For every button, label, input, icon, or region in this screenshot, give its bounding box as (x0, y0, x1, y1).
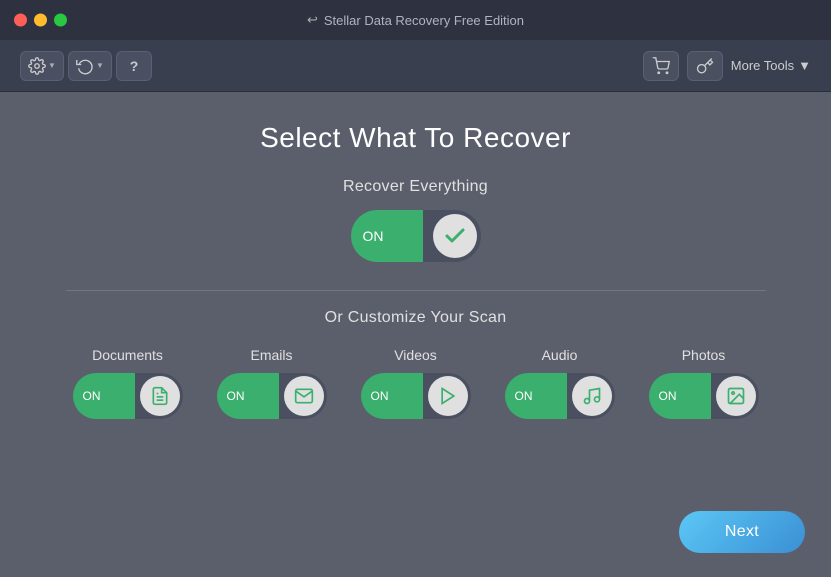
titlebar-icon: ↩ (307, 12, 318, 28)
videos-toggle-on: ON (371, 389, 389, 403)
toggle-on-text: ON (363, 228, 384, 244)
videos-label: Videos (394, 347, 437, 363)
audio-toggle-knob (572, 376, 612, 416)
category-documents: Documents ON (73, 347, 183, 419)
history-icon (76, 57, 94, 75)
more-tools-arrow: ▼ (798, 58, 811, 73)
category-videos: Videos ON (361, 347, 471, 419)
videos-toggle-knob (428, 376, 468, 416)
next-button[interactable]: Next (679, 511, 805, 553)
videos-toggle-green: ON (361, 373, 423, 419)
maximize-button[interactable] (54, 14, 67, 27)
category-audio: Audio ON (505, 347, 615, 419)
documents-label: Documents (92, 347, 163, 363)
customize-label: Or Customize Your Scan (325, 309, 507, 327)
documents-toggle-on: ON (83, 389, 101, 403)
videos-toggle[interactable]: ON (361, 373, 471, 419)
emails-toggle-on: ON (227, 389, 245, 403)
photos-toggle-green: ON (649, 373, 711, 419)
minimize-button[interactable] (34, 14, 47, 27)
history-button[interactable]: ▼ (68, 51, 112, 81)
emails-toggle-knob (284, 376, 324, 416)
photos-toggle-knob (716, 376, 756, 416)
category-photos: Photos ON (649, 347, 759, 419)
cart-icon (652, 57, 670, 75)
photos-toggle[interactable]: ON (649, 373, 759, 419)
emails-label: Emails (250, 347, 292, 363)
titlebar-title: Stellar Data Recovery Free Edition (324, 13, 524, 28)
recover-everything-section: Recover Everything ON (343, 178, 488, 262)
emails-toggle[interactable]: ON (217, 373, 327, 419)
photos-toggle-on: ON (659, 389, 677, 403)
toolbar: ▼ ▼ ? More Tools ▼ (0, 40, 831, 92)
toggle-green-part: ON (351, 210, 423, 262)
cart-button[interactable] (643, 51, 679, 81)
category-emails: Emails ON (217, 347, 327, 419)
recover-everything-toggle[interactable]: ON (351, 210, 481, 262)
toolbar-left: ▼ ▼ ? (20, 51, 152, 81)
documents-toggle-knob (140, 376, 180, 416)
toggle-knob (433, 214, 477, 258)
main-content: Select What To Recover Recover Everythin… (0, 92, 831, 439)
help-button[interactable]: ? (116, 51, 152, 81)
gear-icon (28, 57, 46, 75)
settings-button[interactable]: ▼ (20, 51, 64, 81)
documents-toggle[interactable]: ON (73, 373, 183, 419)
traffic-lights (14, 14, 67, 27)
categories-row: Documents ON Emails (73, 347, 759, 419)
recover-everything-label: Recover Everything (343, 178, 488, 196)
section-divider (66, 290, 766, 291)
audio-toggle-green: ON (505, 373, 567, 419)
key-icon (696, 57, 714, 75)
history-dropdown-arrow: ▼ (96, 61, 104, 70)
settings-dropdown-arrow: ▼ (48, 61, 56, 70)
page-title: Select What To Recover (260, 122, 571, 154)
titlebar: ↩ Stellar Data Recovery Free Edition (0, 0, 831, 40)
close-button[interactable] (14, 14, 27, 27)
documents-toggle-green: ON (73, 373, 135, 419)
photos-label: Photos (682, 347, 726, 363)
audio-label: Audio (542, 347, 578, 363)
toolbar-right: More Tools ▼ (643, 51, 811, 81)
audio-toggle[interactable]: ON (505, 373, 615, 419)
key-button[interactable] (687, 51, 723, 81)
audio-toggle-on: ON (515, 389, 533, 403)
help-icon: ? (130, 58, 139, 74)
emails-toggle-green: ON (217, 373, 279, 419)
more-tools-button[interactable]: More Tools ▼ (731, 58, 811, 73)
